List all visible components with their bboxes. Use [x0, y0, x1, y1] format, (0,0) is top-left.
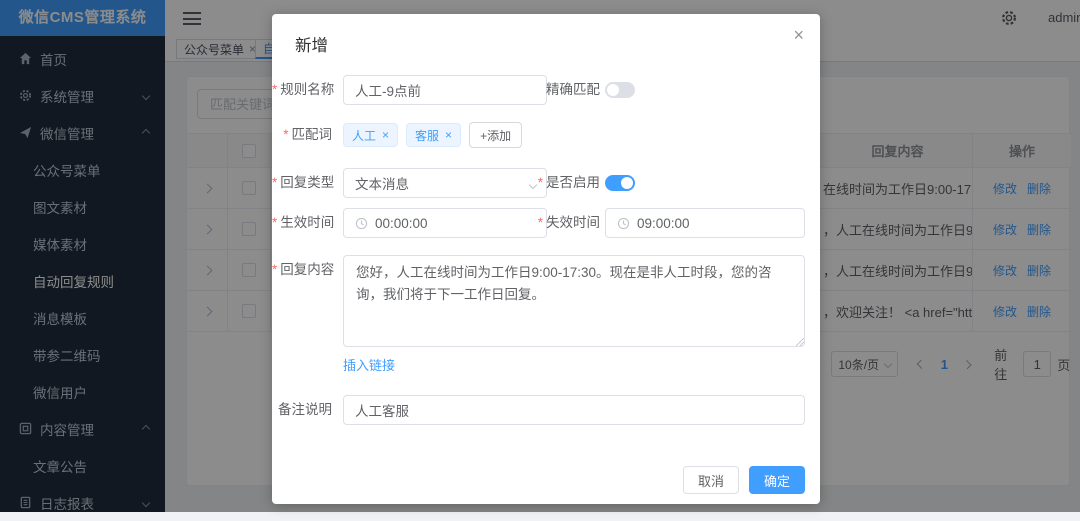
keyword-tag: 人工 ×: [343, 123, 399, 147]
enabled-label: * 是否启用: [537, 175, 600, 190]
close-icon[interactable]: ×: [793, 26, 804, 44]
insert-link-button[interactable]: 插入链接: [343, 355, 395, 374]
keyword-tag: 客服 ×: [406, 123, 462, 147]
resize-handle-icon[interactable]: [796, 338, 804, 346]
reply-type-label: * 回复类型: [272, 175, 335, 190]
exact-match-toggle[interactable]: [605, 82, 635, 98]
end-time-label: * 失效时间: [537, 215, 600, 230]
rule-name-label: * 规则名称: [272, 82, 335, 97]
end-time-field[interactable]: 09:00:00: [605, 208, 805, 238]
clock-icon: [617, 217, 630, 230]
add-rule-dialog: 新增 × *规则名称 精确匹配 *匹配词 人工× 客服× +添加 *回复类型 文…: [272, 14, 820, 504]
tag-remove-icon[interactable]: ×: [445, 128, 452, 142]
rule-name-input[interactable]: [355, 82, 535, 98]
tag-remove-icon[interactable]: ×: [382, 128, 389, 142]
dialog-title: 新增: [295, 37, 328, 55]
enabled-toggle[interactable]: [605, 175, 635, 191]
reply-content-label: * 回复内容: [272, 262, 335, 277]
confirm-button[interactable]: 确定: [748, 466, 805, 494]
start-time-label: * 生效时间: [272, 215, 335, 230]
reply-content-textarea[interactable]: 您好，人工在线时间为工作日9:00-17:30。现在是非人工时段，您的咨询，我们…: [343, 255, 805, 347]
keyword-tags: 人工 × 客服 × +添加: [343, 122, 523, 148]
dialog-footer: 取消 确定: [682, 466, 805, 494]
cancel-button[interactable]: 取消: [682, 466, 739, 494]
add-keyword-button[interactable]: +添加: [469, 122, 523, 148]
exact-match-label: 精确匹配: [546, 82, 600, 97]
end-time-value: 09:00:00: [637, 215, 690, 231]
remark-label: 备注说明: [278, 402, 332, 417]
keywords-label: * 匹配词: [283, 127, 332, 142]
remark-field[interactable]: [343, 395, 805, 425]
clock-icon: [355, 217, 368, 230]
remark-input[interactable]: [355, 402, 793, 418]
start-time-value: 00:00:00: [375, 215, 428, 231]
reply-type-value: 文本消息: [355, 177, 409, 192]
